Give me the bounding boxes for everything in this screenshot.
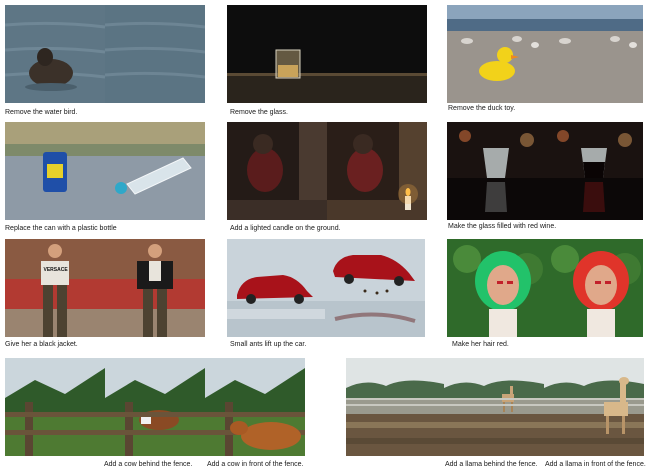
candle-original-photo [227,122,327,220]
candle-edited-photo [327,122,427,220]
caption-hair-red: Make her hair red. [452,341,509,348]
caption-llama-front: Add a llama in front of the fence. [545,461,646,468]
duck-edited-photo [545,5,643,103]
wine-glass-edited-photo [545,122,643,220]
cow-front-edited-photo [205,358,305,456]
caption-replace-can: Replace the can with a plastic bottle [5,225,117,232]
caption-cow-behind: Add a cow behind the fence. [104,461,193,468]
woman-jacket-edited-photo [105,239,205,337]
wine-glass-original-photo [447,122,545,220]
caption-remove-duck: Remove the duck toy. [448,105,516,112]
caption-black-jacket: Give her a black jacket. [5,341,78,348]
caption-red-wine: Make the glass filled with red wine. [448,223,557,230]
shirt-print-text: VERSACE [44,267,69,273]
can-original-photo [5,122,105,220]
bottle-edited-photo [105,122,205,220]
woman-original-photo: VERSACE [5,239,105,337]
fence-original-photo [5,358,105,456]
water-bird-original-photo [5,5,105,103]
figure-page: { "captions": { "remove_bird": "Remove t… [0,0,660,470]
llama-front-edited-photo [544,358,644,456]
caption-remove-bird: Remove the water bird. [5,109,78,116]
caption-llama-behind: Add a llama behind the fence. [445,461,538,468]
car-ants-edited-photo [325,239,425,337]
glass-edited-photo [327,5,427,103]
llama-behind-edited-photo [444,358,544,456]
caption-ants-lift: Small ants lift up the car. [230,341,307,348]
llama-original-photo [346,358,444,456]
caption-add-candle: Add a lighted candle on the ground. [230,225,341,232]
caption-cow-front: Add a cow in front of the fence. [207,461,304,468]
duck-original-photo [447,5,545,103]
hair-original-photo [447,239,545,337]
glass-original-photo [227,5,327,103]
car-original-photo [227,239,325,337]
hair-red-edited-photo [545,239,643,337]
caption-remove-glass: Remove the glass. [230,109,288,116]
cow-behind-edited-photo [105,358,205,456]
water-bird-edited-photo [105,5,205,103]
